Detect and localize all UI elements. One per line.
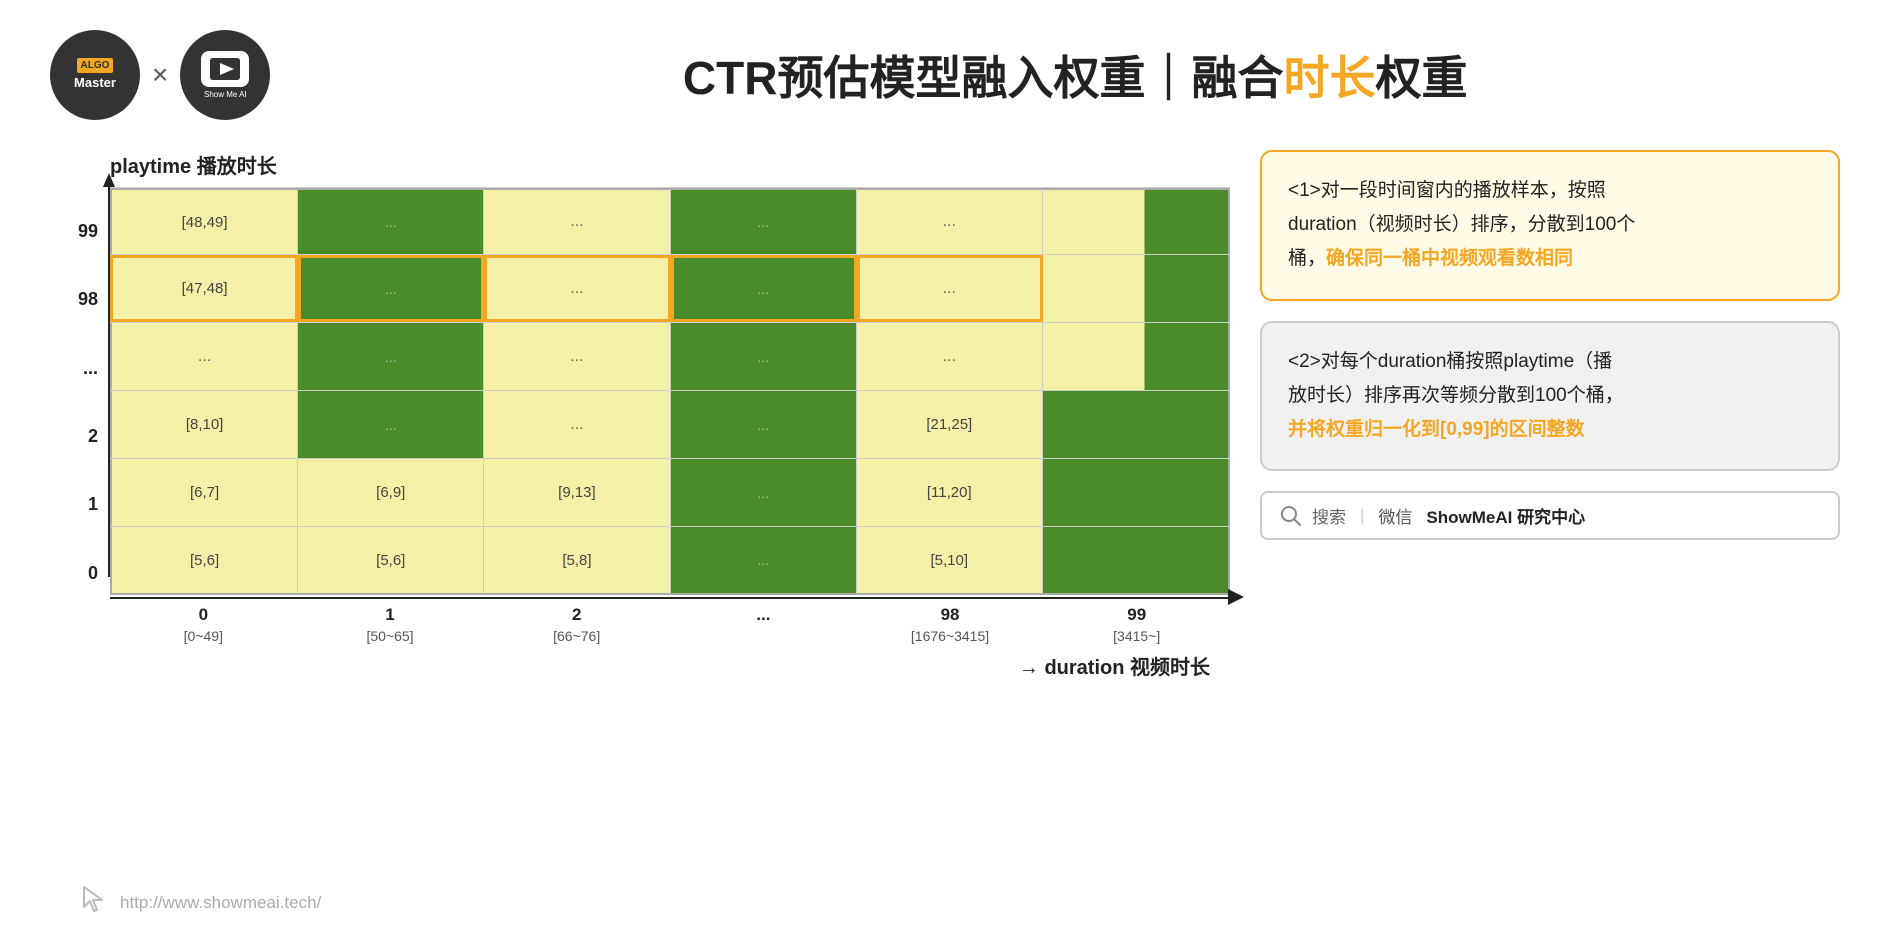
grid-cell: ... (484, 255, 670, 322)
grid-cell: ... (671, 188, 857, 254)
y-tick-1: 1 (88, 495, 98, 513)
callout-box-1: <1>对一段时间窗内的播放样本，按照 duration（视频时长）排序，分散到1… (1260, 150, 1840, 301)
x-tick-labels: 0 [0~49] 1 [50~65] 2 [66~76] (110, 603, 1230, 646)
x-axis-line (110, 597, 1230, 599)
footer-cursor-icon (80, 885, 108, 920)
x-axis-duration-label: → duration 视频时长 (110, 651, 1230, 680)
grid-container: [48,49] ... ... ... ... [47,48] ... ... (110, 187, 1230, 680)
grid-cell: ... (857, 323, 1043, 390)
y-axis-arrow (103, 173, 115, 187)
grid-cell (1043, 255, 1230, 322)
showme-logo-inner (201, 51, 249, 87)
right-panel: <1>对一段时间窗内的播放样本，按照 duration（视频时长）排序，分散到1… (1260, 150, 1840, 540)
grid-cell: [11,20] (857, 459, 1043, 526)
x-separator: × (152, 59, 168, 91)
callout1-text: <1>对一段时间窗内的播放样本，按照 duration（视频时长）排序，分散到1… (1288, 174, 1812, 277)
search-label: 微信 (1378, 503, 1412, 528)
chart-wrapper: 99 98 ... 2 1 0 [48,49] ... ... (50, 187, 1230, 680)
search-icon (1280, 505, 1302, 527)
search-brand: ShowMeAI 研究中心 (1426, 503, 1585, 528)
grid-cell (1043, 391, 1230, 458)
y-tick-2: 2 (88, 427, 98, 445)
chart-area: playtime 播放时长 99 98 ... 2 1 0 [48,49] (50, 150, 1230, 680)
grid-cell: ... (671, 391, 857, 458)
y-tick-dots: ... (83, 359, 98, 377)
grid-cell: [21,25] (857, 391, 1043, 458)
header: ALGO Master × Show Me AI (50, 30, 1840, 120)
x-tick-dots: ... (670, 603, 857, 646)
callout1-highlight: 确保同一桶中视频观看数相同 (1326, 248, 1573, 269)
y-tick-99: 99 (78, 222, 98, 240)
grid-cell (1043, 323, 1230, 390)
showme-logo: Show Me AI (180, 30, 270, 120)
master-text: Master (74, 75, 116, 92)
grid-cell (1043, 527, 1230, 593)
table-row: [6,7] [6,9] [9,13] ... [11,20] (110, 459, 1230, 527)
x-tick-1: 1 [50~65] (297, 603, 484, 646)
title-part2: 权重 (1375, 52, 1467, 104)
showme-logo-screen (210, 58, 240, 80)
grid-cell: ... (298, 323, 484, 390)
footer-url: http://www.showmeai.tech/ (120, 893, 321, 913)
callout-box-2: <2>对每个duration桶按照playtime（播 放时长）排序再次等频分散… (1260, 321, 1840, 472)
main-content: playtime 播放时长 99 98 ... 2 1 0 [48,49] (50, 150, 1840, 680)
title-highlight: 时长 (1283, 52, 1375, 104)
grid-cell: [6,7] (110, 459, 298, 526)
table-row: [48,49] ... ... ... ... (110, 187, 1230, 255)
grid-cell: [5,10] (857, 527, 1043, 593)
grid-cell: ... (298, 255, 484, 322)
table-row: [8,10] ... ... ... [21,25] (110, 391, 1230, 459)
y-axis: 99 98 ... 2 1 0 (50, 187, 110, 607)
grid-cell: [47,48] (110, 255, 298, 322)
grid-cell: ... (671, 459, 857, 526)
grid-cell: ... (671, 527, 857, 593)
grid-cell: [8,10] (110, 391, 298, 458)
grid-cell: [9,13] (484, 459, 670, 526)
page-title: CTR预估模型融入权重｜融合时长权重 (310, 42, 1840, 108)
grid-cell: ... (857, 255, 1043, 322)
x-axis-area: 0 [0~49] 1 [50~65] 2 [66~76] (110, 597, 1230, 647)
table-row: [5,6] [5,6] [5,8] ... [5,10] (110, 527, 1230, 595)
x-axis-arrow (1228, 589, 1244, 605)
x-tick-2: 2 [66~76] (483, 603, 670, 646)
grid-cell: ... (484, 323, 670, 390)
grid-cell: [5,8] (484, 527, 670, 593)
grid-cell: ... (484, 188, 670, 254)
y-tick-0: 0 (88, 564, 98, 582)
y-axis-label: playtime 播放时长 (110, 150, 1230, 179)
table-row: ... ... ... ... ... (110, 323, 1230, 391)
logo-group: ALGO Master × Show Me AI (50, 30, 270, 120)
title-part1: CTR预估模型融入权重｜融合 (683, 52, 1284, 104)
x-tick-99: 99 [3415~] (1043, 603, 1230, 646)
y-tick-98: 98 (78, 290, 98, 308)
grid-cell: ... (484, 391, 670, 458)
algo-text: ALGO (77, 58, 114, 73)
grid-cell: [5,6] (110, 527, 298, 593)
grid-cell (1043, 188, 1230, 254)
grid-cell: ... (671, 323, 857, 390)
grid-cell: ... (110, 323, 298, 390)
page-container: ALGO Master × Show Me AI (0, 0, 1890, 945)
search-box[interactable]: 搜索 | 微信 ShowMeAI 研究中心 (1260, 491, 1840, 540)
x-tick-98: 98 [1676~3415] (857, 603, 1044, 646)
grid-cell: ... (298, 391, 484, 458)
footer: http://www.showmeai.tech/ (80, 885, 321, 920)
grid-cell: [5,6] (298, 527, 484, 593)
search-placeholder: 搜索 (1312, 503, 1346, 528)
table-row: [47,48] ... ... ... ... (110, 255, 1230, 323)
showme-logo-text: Show Me AI (204, 91, 247, 100)
grid-cell: [48,49] (110, 188, 298, 254)
grid-cell: [6,9] (298, 459, 484, 526)
grid-cell: ... (298, 188, 484, 254)
search-divider: | (1360, 506, 1364, 526)
grid-cell: ... (671, 255, 857, 322)
algo-master-logo: ALGO Master (50, 30, 140, 120)
x-tick-0: 0 [0~49] (110, 603, 297, 646)
grid-cell (1043, 459, 1230, 526)
callout2-text: <2>对每个duration桶按照playtime（播 放时长）排序再次等频分散… (1288, 345, 1812, 448)
grid-cell: ... (857, 188, 1043, 254)
callout2-highlight: 并将权重归一化到[0,99]的区间整数 (1288, 419, 1585, 440)
